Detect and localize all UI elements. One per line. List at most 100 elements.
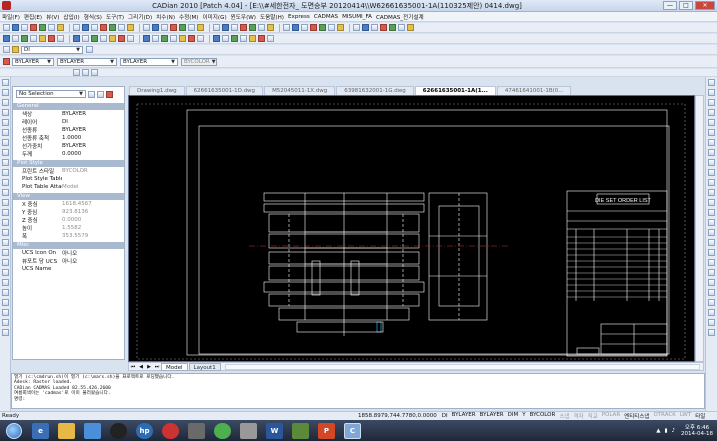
tool-button-icon[interactable]	[708, 109, 715, 116]
messenger-icon[interactable]	[84, 422, 101, 439]
toolbar-button-icon[interactable]	[12, 35, 19, 42]
tool-button-icon[interactable]	[1, 279, 9, 286]
toolbar-button-icon[interactable]	[328, 24, 335, 31]
plotstyle-dropdown[interactable]: BYCOLOR ▼	[181, 57, 217, 66]
tool-button-icon[interactable]	[1, 249, 9, 256]
layer-dropdown[interactable]: DI ▼	[21, 45, 83, 54]
property-row[interactable]: 프린트 스타일 BYCOLOR	[13, 167, 124, 175]
tab-model[interactable]: Model	[161, 362, 188, 371]
property-section-header[interactable]: Misc	[13, 242, 124, 249]
toolbar-button-icon[interactable]	[231, 35, 238, 42]
prev-tab-icon[interactable]: ◀	[137, 364, 145, 370]
tool-button-icon[interactable]	[1, 269, 9, 276]
select-objects-icon[interactable]	[82, 69, 89, 76]
menu-item[interactable]: 형식(S)	[84, 13, 102, 21]
toolbar-button-icon[interactable]	[213, 24, 220, 31]
tool-button-icon[interactable]	[708, 139, 715, 146]
toolbar-button-icon[interactable]	[91, 35, 98, 42]
tool-button-icon[interactable]	[708, 129, 715, 136]
property-row[interactable]: 폭 353.5579	[13, 232, 124, 240]
tool-button-icon[interactable]	[1, 129, 9, 136]
tool-button-icon[interactable]	[708, 279, 715, 286]
quick-select-icon[interactable]	[88, 90, 95, 98]
media-player-icon[interactable]	[110, 422, 127, 439]
linetype-dropdown[interactable]: BYLAYER ▼	[57, 57, 117, 66]
toolbar-button-icon[interactable]	[222, 24, 229, 31]
toolbar-button-icon[interactable]	[161, 24, 168, 31]
tool-button-icon[interactable]	[1, 159, 9, 166]
status-toggle[interactable]: 격자	[571, 412, 585, 420]
property-row[interactable]: Y 중심 923.8136	[13, 208, 124, 216]
tray-arrow-icon[interactable]: ▲	[656, 428, 660, 434]
property-row[interactable]: 두께 0.0000	[13, 150, 124, 158]
toolbar-button-icon[interactable]	[267, 24, 274, 31]
document-tab[interactable]: M52045011-1X.dwg	[264, 86, 336, 95]
cadian-app-icon[interactable]	[2, 1, 11, 10]
toolbar-button-icon[interactable]	[48, 24, 55, 31]
toolbar-button-icon[interactable]	[118, 24, 125, 31]
maximize-button[interactable]: □	[679, 1, 693, 10]
toolbar-button-icon[interactable]	[389, 24, 396, 31]
menu-item[interactable]: MISUMI_FA	[342, 14, 372, 20]
tool-button-icon[interactable]	[708, 269, 715, 276]
layer-manager-icon[interactable]	[3, 46, 10, 53]
network-icon[interactable]: ▮	[664, 428, 667, 434]
toolbar-button-icon[interactable]	[57, 35, 64, 42]
pickadd-icon[interactable]	[106, 90, 113, 98]
tool-button-icon[interactable]	[1, 139, 9, 146]
menu-item[interactable]: CADMAS_전기설계	[376, 13, 424, 21]
tool-button-icon[interactable]	[708, 159, 715, 166]
property-row[interactable]: 레이어 DI	[13, 118, 124, 126]
tool-button-icon[interactable]	[1, 239, 9, 246]
vertical-scrollbar[interactable]	[695, 95, 704, 362]
toolbar-button-icon[interactable]	[188, 24, 195, 31]
lineweight-dropdown[interactable]: BYLAYER ▼	[120, 57, 178, 66]
tool-button-icon[interactable]	[1, 309, 9, 316]
quick-select-icon[interactable]	[73, 69, 80, 76]
status-toggle[interactable]: 타일	[693, 412, 707, 420]
toolbar-button-icon[interactable]	[12, 24, 19, 31]
toolbar-button-icon[interactable]	[258, 24, 265, 31]
document-tab[interactable]: Drawing1.dwg	[129, 86, 185, 95]
tool-button-icon[interactable]	[708, 99, 715, 106]
tool-button-icon[interactable]	[1, 299, 9, 306]
tool-button-icon[interactable]	[708, 189, 715, 196]
hp-icon[interactable]: hp	[136, 422, 153, 439]
toolbar-button-icon[interactable]	[109, 35, 116, 42]
menu-item[interactable]: 도움말(H)	[260, 13, 284, 21]
property-row[interactable]: 높이 1.5582	[13, 224, 124, 232]
status-toggle[interactable]: POLAR	[600, 412, 622, 420]
tool-button-icon[interactable]	[1, 289, 9, 296]
tool-button-icon[interactable]	[708, 319, 715, 326]
app-green-icon[interactable]	[292, 422, 309, 439]
toolbar-button-icon[interactable]	[152, 24, 159, 31]
drawing-canvas[interactable]: DIE SET ORDER LIST	[128, 95, 695, 362]
toolbar-button-icon[interactable]	[82, 35, 89, 42]
tool-button-icon[interactable]	[708, 289, 715, 296]
tool-button-icon[interactable]	[1, 189, 9, 196]
toolbar-button-icon[interactable]	[73, 24, 80, 31]
tool-button-icon[interactable]	[708, 239, 715, 246]
toolbar-button-icon[interactable]	[380, 24, 387, 31]
folder-icon[interactable]	[58, 422, 75, 439]
tool-button-icon[interactable]	[1, 319, 9, 326]
status-toggle[interactable]: DIM	[506, 412, 521, 420]
property-row[interactable]: Plot Style Table	[13, 175, 124, 183]
next-tab-icon[interactable]: ▶	[145, 364, 153, 370]
tool-button-icon[interactable]	[1, 229, 9, 236]
tool-button-icon[interactable]	[708, 119, 715, 126]
status-toggle[interactable]: 엔티티스냅	[622, 412, 651, 420]
status-layer[interactable]: DI	[440, 413, 450, 419]
tool-button-icon[interactable]	[708, 329, 715, 336]
toolbar-button-icon[interactable]	[82, 24, 89, 31]
property-row[interactable]: UCS Name	[13, 265, 124, 273]
layer-state-icon[interactable]	[12, 46, 19, 53]
status-toggle[interactable]: BYLAYER	[450, 412, 478, 420]
toolbar-button-icon[interactable]	[301, 24, 308, 31]
toolbar-button-icon[interactable]	[197, 35, 204, 42]
toolbar-button-icon[interactable]	[91, 24, 98, 31]
tool-button-icon[interactable]	[708, 209, 715, 216]
property-row[interactable]: 색상 BYLAYER	[13, 110, 124, 118]
menu-item[interactable]: 수정(M)	[179, 13, 198, 21]
toolbar-button-icon[interactable]	[21, 35, 28, 42]
